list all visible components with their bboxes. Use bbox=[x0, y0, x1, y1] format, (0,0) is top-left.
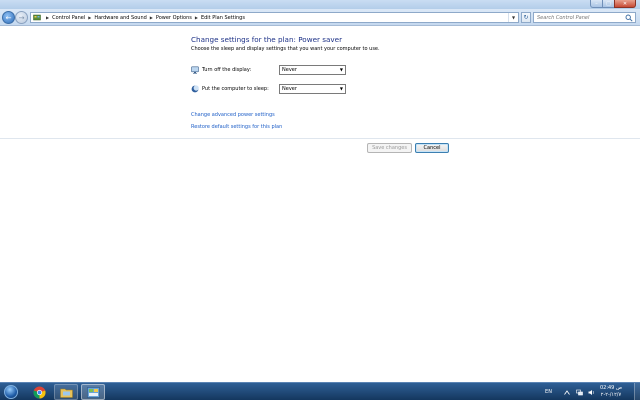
display-setting-label: Turn off the display: bbox=[202, 67, 252, 73]
sleep-setting-row: Put the computer to sleep: Never ▼ bbox=[191, 84, 346, 94]
sleep-moon-icon bbox=[191, 85, 199, 93]
refresh-icon: ↻ bbox=[523, 14, 529, 21]
search-box[interactable] bbox=[533, 12, 636, 23]
restore-icon: □ bbox=[606, 0, 611, 7]
main-content: Change settings for the plan: Power save… bbox=[0, 27, 640, 382]
breadcrumb-edit-plan-settings[interactable]: Edit Plan Settings bbox=[201, 15, 245, 21]
windows-logo-icon bbox=[4, 385, 18, 399]
breadcrumb-separator-icon[interactable]: ▶ bbox=[46, 15, 49, 20]
show-desktop-button[interactable] bbox=[634, 383, 640, 400]
display-timeout-value: Never bbox=[282, 67, 297, 73]
monitor-icon bbox=[191, 66, 199, 74]
address-history-dropdown[interactable]: ▼ bbox=[508, 13, 518, 22]
content-divider bbox=[0, 138, 640, 139]
breadcrumb-separator-icon[interactable]: ▶ bbox=[150, 15, 153, 20]
sleep-setting-label: Put the computer to sleep: bbox=[202, 86, 269, 92]
back-button[interactable]: ← bbox=[2, 11, 15, 24]
navigation-bar: ← → ▶ Control Panel ▶ Hardware and Sound… bbox=[0, 9, 640, 26]
close-button[interactable]: ✕ bbox=[614, 0, 636, 8]
language-indicator[interactable]: EN bbox=[545, 389, 552, 395]
cancel-button[interactable]: Cancel bbox=[415, 143, 449, 153]
volume-icon[interactable] bbox=[588, 389, 595, 396]
system-tray: EN 02:49 ص ۲-۲-/۱۲/۷ bbox=[545, 383, 640, 400]
search-icon[interactable] bbox=[625, 14, 633, 22]
breadcrumb-power-options[interactable]: Power Options bbox=[156, 15, 192, 21]
chevron-down-icon: ▼ bbox=[511, 15, 516, 20]
clock[interactable]: 02:49 ص ۲-۲-/۱۲/۷ bbox=[600, 385, 622, 399]
minimize-button[interactable]: – bbox=[590, 0, 602, 8]
folder-icon bbox=[59, 388, 73, 398]
control-panel-icon bbox=[86, 386, 100, 398]
minimize-icon: – bbox=[595, 0, 598, 7]
breadcrumb-hardware-and-sound[interactable]: Hardware and Sound bbox=[94, 15, 146, 21]
clock-date: ۲-۲-/۱۲/۷ bbox=[600, 392, 622, 398]
clock-time: 02:49 ص bbox=[599, 385, 622, 391]
start-button[interactable] bbox=[1, 383, 21, 400]
chrome-icon bbox=[32, 386, 46, 399]
page-subtitle: Choose the sleep and display settings th… bbox=[191, 46, 380, 52]
breadcrumb-control-panel[interactable]: Control Panel bbox=[52, 15, 85, 21]
search-input[interactable] bbox=[537, 14, 625, 21]
arrow-right-icon: → bbox=[18, 13, 25, 22]
breadcrumb-separator-icon[interactable]: ▶ bbox=[88, 15, 91, 20]
arrow-left-icon: ← bbox=[5, 13, 12, 22]
chevron-down-icon: ▼ bbox=[339, 67, 343, 72]
taskbar-explorer-button[interactable] bbox=[54, 384, 78, 400]
close-icon: ✕ bbox=[622, 0, 628, 7]
sleep-timeout-value: Never bbox=[282, 86, 297, 92]
taskbar: EN 02:49 ص ۲-۲-/۱۲/۷ bbox=[0, 382, 640, 400]
maximize-button[interactable]: □ bbox=[602, 0, 614, 8]
display-timeout-select[interactable]: Never ▼ bbox=[279, 65, 346, 75]
display-setting-row: Turn off the display: Never ▼ bbox=[191, 65, 346, 75]
address-bar[interactable]: ▶ Control Panel ▶ Hardware and Sound ▶ P… bbox=[30, 12, 519, 23]
taskbar-chrome-button[interactable] bbox=[27, 384, 51, 400]
taskbar-control-panel-button[interactable] bbox=[81, 384, 105, 400]
chevron-down-icon: ▼ bbox=[339, 86, 343, 91]
sleep-timeout-select[interactable]: Never ▼ bbox=[279, 84, 346, 94]
forward-button[interactable]: → bbox=[15, 11, 28, 24]
network-icon[interactable] bbox=[576, 389, 583, 396]
window-titlebar[interactable]: – □ ✕ bbox=[0, 0, 640, 9]
show-hidden-icons-icon[interactable] bbox=[564, 389, 571, 396]
advanced-power-settings-link[interactable]: Change advanced power settings bbox=[191, 112, 275, 118]
caption-buttons: – □ ✕ bbox=[590, 0, 636, 8]
save-changes-button[interactable]: Save changes bbox=[367, 143, 412, 153]
breadcrumb-separator-icon[interactable]: ▶ bbox=[195, 15, 198, 20]
control-panel-icon bbox=[33, 14, 41, 21]
restore-default-settings-link[interactable]: Restore default settings for this plan bbox=[191, 124, 282, 130]
refresh-button[interactable]: ↻ bbox=[521, 12, 531, 23]
page-title: Change settings for the plan: Power save… bbox=[191, 35, 343, 44]
